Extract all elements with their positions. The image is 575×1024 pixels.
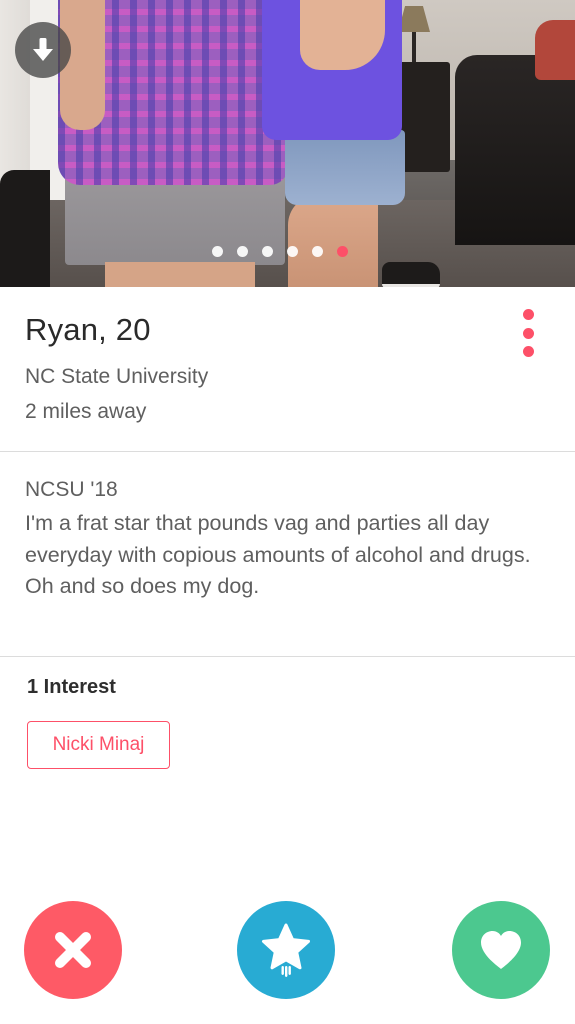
photo-sneaker <box>382 262 440 287</box>
bio-title: NCSU '18 <box>25 478 118 501</box>
close-icon <box>55 932 91 968</box>
photo-page-dot[interactable] <box>262 246 273 257</box>
photo-page-dot[interactable] <box>237 246 248 257</box>
photo-arm <box>60 0 105 130</box>
interests-heading: 1 Interest <box>27 676 116 698</box>
photo-page-dot[interactable] <box>212 246 223 257</box>
heart-icon <box>481 931 521 969</box>
photo-leg-woman <box>288 195 378 287</box>
photo-page-dot[interactable] <box>312 246 323 257</box>
profile-school: NC State University <box>25 365 209 388</box>
super-like-button[interactable] <box>237 901 335 999</box>
section-divider <box>0 451 575 452</box>
bio-text: I'm a frat star that pounds vag and part… <box>25 511 531 598</box>
more-options-button[interactable] <box>512 309 544 357</box>
photo-page-dot[interactable] <box>287 246 298 257</box>
profile-photo[interactable] <box>0 0 575 287</box>
vertical-ellipsis-icon <box>522 327 534 339</box>
profile-name-age: Ryan, 20 <box>25 312 151 347</box>
photo-page-dot[interactable] <box>337 246 348 257</box>
nope-button[interactable] <box>24 901 122 999</box>
section-divider <box>0 656 575 657</box>
photo-couch <box>0 170 50 287</box>
vertical-ellipsis-icon <box>522 309 534 320</box>
like-button[interactable] <box>452 901 550 999</box>
interest-chip[interactable]: Nicki Minaj <box>27 721 170 769</box>
star-icon <box>262 923 310 977</box>
profile-page: Ryan, 20 NC State University 2 miles awa… <box>0 0 575 1024</box>
photo-denim-shorts <box>285 130 405 205</box>
photo-leg <box>105 262 255 287</box>
collapse-profile-button[interactable] <box>15 22 71 78</box>
photo-background-person <box>535 20 575 80</box>
arrow-down-icon <box>33 38 53 61</box>
photo-armchair <box>455 55 575 245</box>
photo-pagination <box>212 246 348 257</box>
profile-distance: 2 miles away <box>25 400 147 423</box>
vertical-ellipsis-icon <box>522 346 534 357</box>
